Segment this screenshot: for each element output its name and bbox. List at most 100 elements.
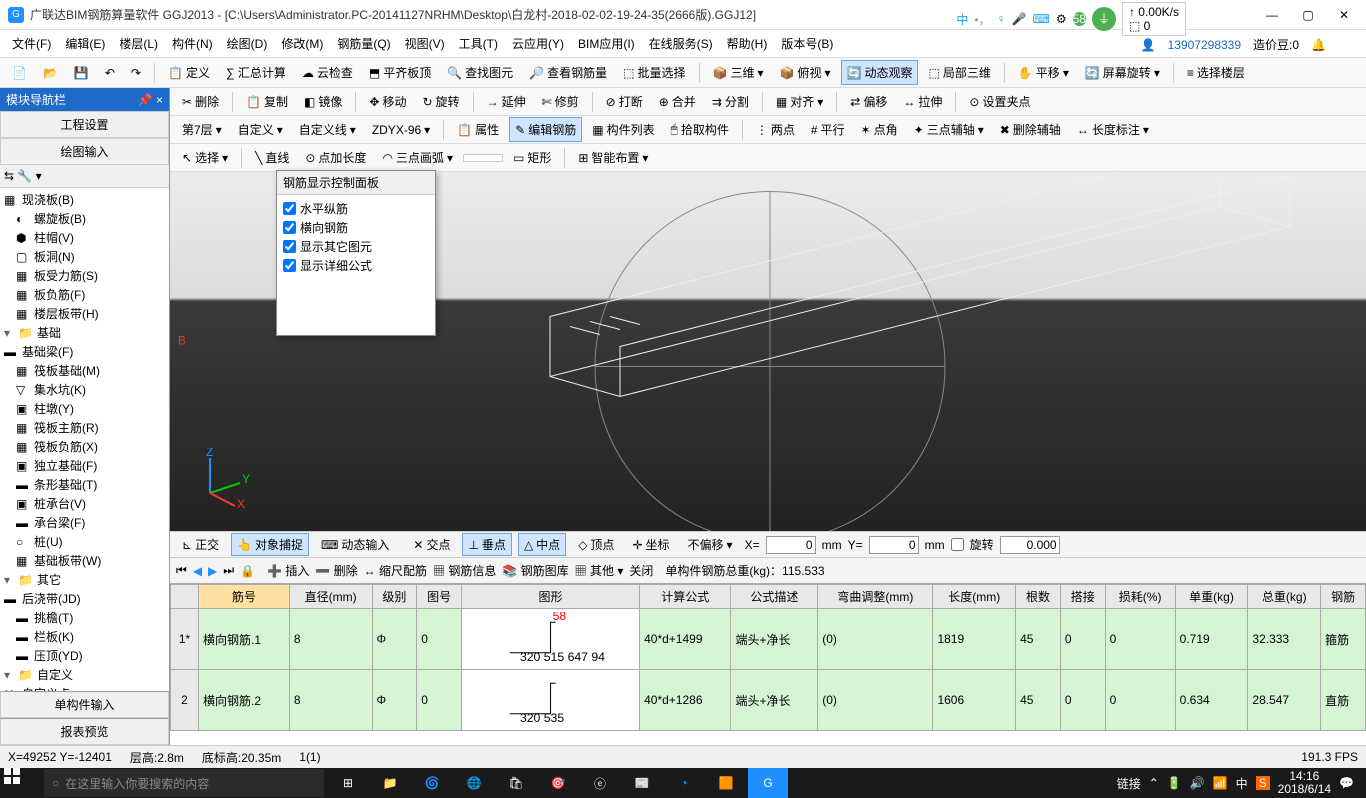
store-icon[interactable]: 🛍	[496, 768, 536, 798]
top-snap[interactable]: ◇ 顶点	[572, 533, 620, 556]
cloud-check-button[interactable]: ☁ 云检查	[296, 60, 359, 85]
close-panel-button[interactable]: 关闭	[629, 562, 653, 579]
mirror-button[interactable]: ◧ 镜像	[298, 89, 348, 114]
kind-select[interactable]: 自定义线 ▾	[293, 117, 362, 142]
menu-floor[interactable]: 楼层(L)	[113, 32, 164, 55]
save-icon[interactable]: 💾	[68, 62, 95, 84]
rebar-display-panel[interactable]: 钢筋显示控制面板 水平纵筋 横向钢筋 显示其它图元 显示详细公式	[276, 170, 436, 336]
trim-button[interactable]: ✄ 修剪	[536, 89, 585, 114]
offset-button[interactable]: ⇄ 偏移	[844, 89, 893, 114]
extend-button[interactable]: → 延伸	[481, 89, 532, 114]
app-icon-2[interactable]: 🎯	[538, 768, 578, 798]
floor-select[interactable]: 第7层 ▾	[176, 117, 228, 142]
code-select[interactable]: ZDYX-96 ▾	[366, 119, 436, 141]
app-icon-1[interactable]: 🌀	[412, 768, 452, 798]
copy-button[interactable]: 📋 复制	[240, 89, 294, 114]
parallel-button[interactable]: # 平行	[805, 117, 851, 142]
menu-component[interactable]: 构件(N)	[166, 32, 219, 55]
menu-online[interactable]: 在线服务(S)	[643, 32, 719, 55]
rebar-lib-button[interactable]: 📚 钢筋图库	[502, 562, 568, 579]
menu-version[interactable]: 版本号(B)	[775, 32, 839, 55]
point-length-button[interactable]: ⊙ 点加长度	[299, 145, 372, 170]
menu-file[interactable]: 文件(F)	[6, 32, 57, 55]
open-icon[interactable]: 📂	[37, 62, 64, 84]
stretch-button[interactable]: ↔ 拉伸	[897, 89, 948, 114]
batch-select-button[interactable]: ⬚ 批量选择	[617, 60, 691, 85]
pin-icon[interactable]: 📌	[138, 93, 153, 107]
select-floor-button[interactable]: ≡ 选择楼层	[1181, 60, 1251, 85]
object-snap-button[interactable]: 👆 对象捕捉	[231, 533, 309, 556]
rect-button[interactable]: ▭ 矩形	[507, 145, 557, 170]
nav-prev-icon[interactable]: ◀	[193, 564, 202, 578]
popup-option[interactable]: 显示详细公式	[283, 256, 429, 275]
screen-rotate-button[interactable]: 🔄 屏幕旋转 ▾	[1079, 60, 1166, 85]
menu-view[interactable]: 视图(V)	[399, 32, 451, 55]
coord-snap[interactable]: ✛ 坐标	[626, 533, 675, 556]
rotate-input[interactable]	[1000, 536, 1060, 554]
flatten-button[interactable]: ⬒ 平齐板顶	[363, 60, 437, 85]
popup-option[interactable]: 水平纵筋	[283, 199, 429, 218]
app-icon-4[interactable]: ◔	[664, 768, 704, 798]
user-phone[interactable]: 13907298339	[1168, 38, 1241, 52]
merge-button[interactable]: ⊕ 合并	[653, 89, 702, 114]
insert-row-button[interactable]: ➕ 插入	[267, 562, 309, 579]
tab-report-preview[interactable]: 报表预览	[0, 718, 169, 745]
find-rebar-button[interactable]: 🔎 查看钢筋量	[523, 60, 613, 85]
menu-cloud[interactable]: 云应用(Y)	[506, 32, 570, 55]
nav-last-icon[interactable]: ⏭	[223, 563, 234, 578]
ortho-button[interactable]: ⊾ 正交	[176, 533, 225, 556]
sum-button[interactable]: ∑ 汇总计算	[220, 60, 292, 85]
three-aux-button[interactable]: ✦ 三点辅轴 ▾	[908, 117, 990, 142]
top-view-button[interactable]: 📦 俯视 ▾	[774, 60, 837, 85]
two-point-button[interactable]: ⋮ 两点	[750, 117, 801, 142]
delete-row-button[interactable]: ➖ 删除	[315, 562, 357, 579]
task-view-icon[interactable]: ⊞	[328, 768, 368, 798]
ie-icon[interactable]: ⓔ	[580, 768, 620, 798]
color-button[interactable]	[463, 154, 503, 162]
angle-button[interactable]: ✶ 点角	[855, 117, 904, 142]
rebar-info-button[interactable]: ▦ 钢筋信息	[433, 562, 496, 579]
system-tray[interactable]: 链接 ⌃🔋🔊📶中S 14:162018/6/14 💬	[1117, 770, 1362, 796]
bell-icon[interactable]: 🔔	[1311, 38, 1326, 52]
menu-draw[interactable]: 绘图(D)	[221, 32, 274, 55]
split-button[interactable]: ⇉ 分割	[706, 89, 755, 114]
delete-button[interactable]: ✂ 删除	[176, 89, 225, 114]
category-select[interactable]: 自定义 ▾	[232, 117, 289, 142]
minimize-button[interactable]: —	[1258, 5, 1286, 25]
app-icon-5[interactable]: 🟧	[706, 768, 746, 798]
undo-icon[interactable]: ↶	[99, 62, 121, 84]
pan-button[interactable]: ✋ 平移 ▾	[1012, 60, 1075, 85]
rebar-table-wrap[interactable]: 筋号直径(mm)级别图号图形计算公式公式描述弯曲调整(mm)长度(mm)根数搭接…	[170, 583, 1366, 745]
tab-single-component[interactable]: 单构件输入	[0, 691, 169, 718]
rotate-button[interactable]: ↻ 旋转	[416, 89, 465, 114]
menu-tool[interactable]: 工具(T)	[453, 32, 504, 55]
menu-help[interactable]: 帮助(H)	[721, 32, 774, 55]
menu-rebar[interactable]: 钢筋量(Q)	[331, 32, 396, 55]
maximize-button[interactable]: ▢	[1294, 5, 1322, 25]
folder-icon[interactable]: 📁	[370, 768, 410, 798]
app-icon-6[interactable]: G	[748, 768, 788, 798]
start-button[interactable]	[4, 768, 40, 798]
popup-option[interactable]: 显示其它图元	[283, 237, 429, 256]
menu-bim[interactable]: BIM应用(I)	[572, 32, 641, 55]
break-button[interactable]: ⊘ 打断	[600, 89, 649, 114]
mid-snap[interactable]: △ 中点	[518, 533, 566, 556]
x-input[interactable]	[766, 536, 816, 554]
local-3d-button[interactable]: ⬚ 局部三维	[922, 60, 996, 85]
redo-icon[interactable]: ↷	[125, 62, 147, 84]
close-button[interactable]: ✕	[1330, 5, 1358, 25]
dimension-button[interactable]: ↔ 长度标注 ▾	[1071, 117, 1155, 142]
menu-edit[interactable]: 编辑(E)	[59, 32, 111, 55]
find-element-button[interactable]: 🔍 查找图元	[441, 60, 519, 85]
view-3d-button[interactable]: 📦 三维 ▾	[707, 60, 770, 85]
tab-project-settings[interactable]: 工程设置	[0, 111, 169, 138]
dynamic-input-button[interactable]: ⌨ 动态输入	[315, 533, 395, 556]
y-input[interactable]	[869, 536, 919, 554]
grip-button[interactable]: ⊙ 设置夹点	[963, 89, 1036, 114]
offset-select[interactable]: 不偏移 ▾	[682, 533, 739, 556]
lock-icon[interactable]: 🔒	[240, 564, 255, 578]
component-list-button[interactable]: ▦ 构件列表	[586, 117, 660, 142]
edge-icon[interactable]: 🌐	[454, 768, 494, 798]
clock[interactable]: 14:162018/6/14	[1278, 770, 1331, 796]
link-label[interactable]: 链接	[1117, 775, 1141, 792]
